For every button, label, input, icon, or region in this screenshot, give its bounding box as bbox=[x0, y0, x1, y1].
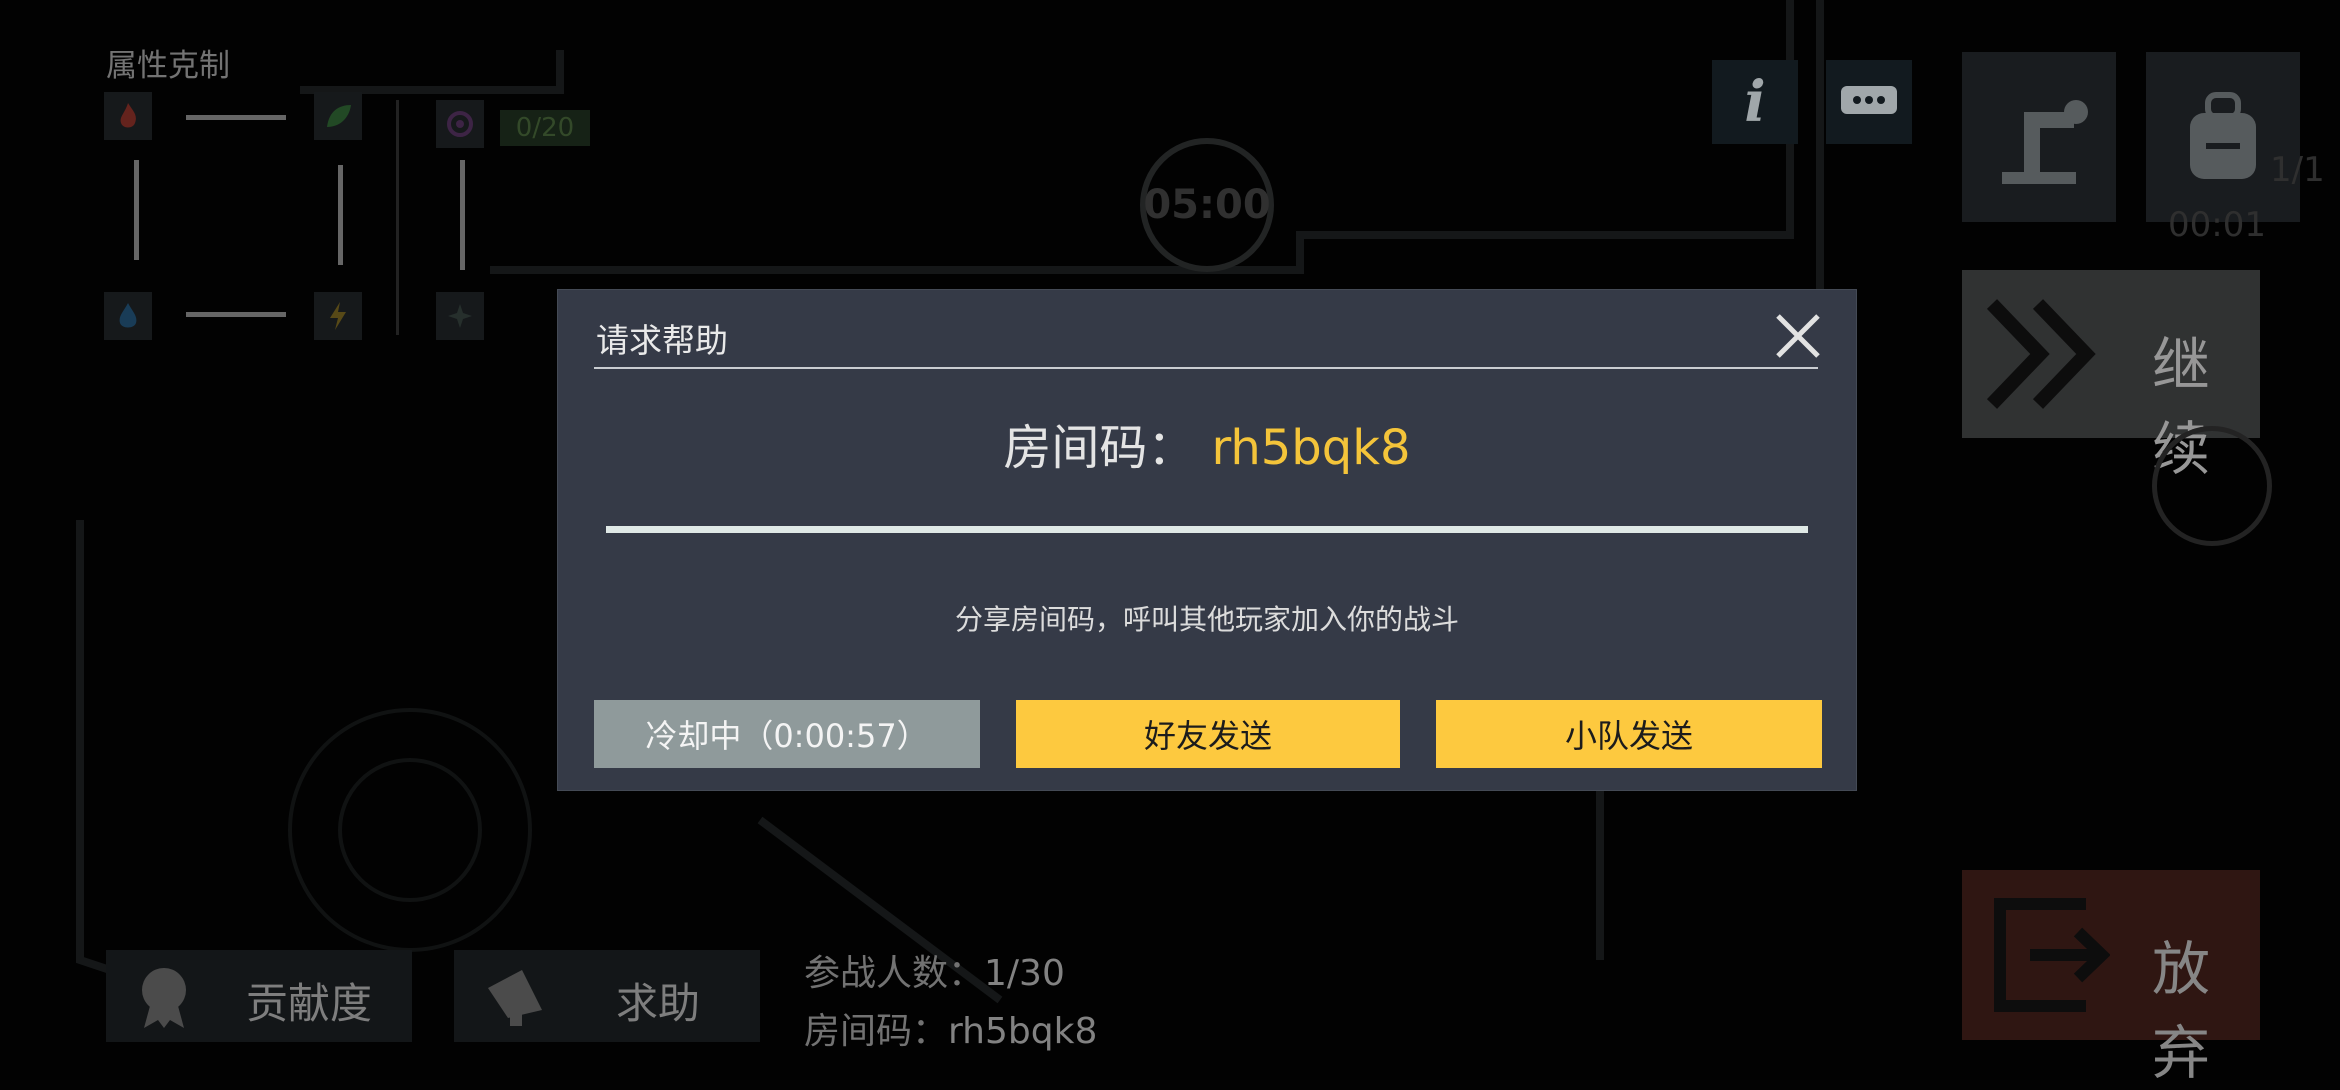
cooldown-button[interactable]: 冷却中（0:00:57） bbox=[594, 700, 980, 768]
share-hint: 分享房间码，呼叫其他玩家加入你的战斗 bbox=[954, 603, 1459, 636]
cooldown-progress-bar bbox=[606, 526, 1808, 533]
room-code-value[interactable]: rh5bqk8 bbox=[1211, 420, 1410, 476]
room-code-row: 房间码： rh5bqk8 bbox=[558, 408, 1856, 478]
send-to-team-button[interactable]: 小队发送 bbox=[1436, 700, 1822, 768]
room-code-label: 房间码： bbox=[1003, 420, 1196, 476]
request-help-dialog: 请求帮助 房间码： rh5bqk8 分享房间码，呼叫其他玩家加入你的战斗 冷却中（… bbox=[558, 290, 1856, 790]
dialog-title: 请求帮助 bbox=[596, 321, 728, 360]
title-divider bbox=[594, 367, 1818, 369]
close-button[interactable] bbox=[1770, 308, 1826, 364]
send-to-friend-button[interactable]: 好友发送 bbox=[1016, 700, 1400, 768]
close-icon bbox=[1776, 314, 1820, 358]
